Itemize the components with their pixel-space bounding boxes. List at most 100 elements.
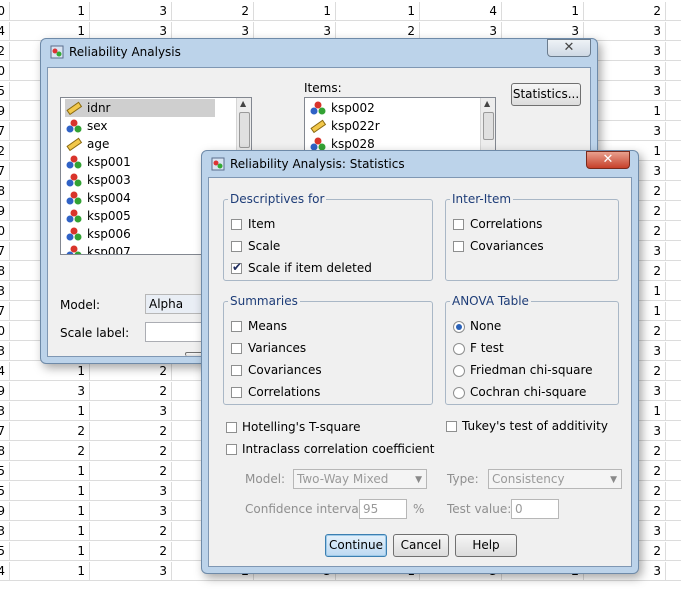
table-cell[interactable]: 2: [10, 422, 90, 440]
cancel-button[interactable]: Cancel: [393, 534, 449, 557]
table-cell[interactable]: 9: [0, 502, 10, 520]
table-cell[interactable]: 8: [0, 442, 10, 460]
table-cell[interactable]: 3: [90, 402, 172, 420]
table-cell[interactable]: 7: [0, 122, 10, 140]
table-cell[interactable]: 5: [0, 462, 10, 480]
reliability-close-button[interactable]: ✕: [547, 39, 591, 57]
table-cell[interactable]: 5: [0, 542, 10, 560]
table-cell[interactable]: 3: [0, 522, 10, 540]
table-cell[interactable]: 1: [10, 362, 90, 380]
table-cell[interactable]: 3: [90, 2, 172, 20]
continue-button[interactable]: Continue: [325, 534, 387, 557]
radio-none[interactable]: [453, 321, 465, 333]
list-item[interactable]: ksp022r: [309, 117, 459, 135]
table-cell[interactable]: 4: [0, 562, 10, 580]
list-item[interactable]: ksp001: [65, 153, 215, 171]
list-item[interactable]: ksp004: [65, 189, 215, 207]
table-cell[interactable]: 2: [90, 382, 172, 400]
checkbox-scale-if-item-deleted[interactable]: ✔: [231, 260, 242, 274]
checkbox-item[interactable]: [231, 219, 242, 230]
intraclass-checkbox[interactable]: [226, 444, 237, 455]
table-cell[interactable]: 0: [0, 322, 10, 340]
list-item[interactable]: sex: [65, 117, 215, 135]
checkbox-correlations[interactable]: [231, 387, 242, 398]
table-cell[interactable]: 0: [0, 222, 10, 240]
radio-friedman-chi-square[interactable]: [453, 365, 465, 377]
table-cell[interactable]: 0: [0, 2, 10, 20]
table-cell[interactable]: 1: [10, 2, 90, 20]
table-cell[interactable]: 2: [0, 142, 10, 160]
checkbox-correlations[interactable]: [453, 219, 464, 230]
checkbox-covariances[interactable]: [453, 241, 464, 252]
list-item[interactable]: ksp007: [65, 243, 215, 254]
table-cell[interactable]: 0: [0, 62, 10, 80]
icc-type-select[interactable]: Consistency ▼: [488, 469, 622, 489]
list-item[interactable]: ksp005: [65, 207, 215, 225]
help-button[interactable]: Help: [455, 534, 517, 557]
table-cell[interactable]: 8: [0, 182, 10, 200]
scroll-thumb[interactable]: [239, 112, 250, 148]
radio-f-test[interactable]: [453, 343, 465, 355]
table-cell[interactable]: 3: [90, 482, 172, 500]
table-cell[interactable]: 2: [172, 2, 254, 20]
table-cell[interactable]: 4: [420, 2, 502, 20]
ci-input[interactable]: 95: [359, 499, 407, 519]
table-cell[interactable]: 3: [10, 382, 90, 400]
table-cell[interactable]: 9: [0, 382, 10, 400]
table-cell[interactable]: 2: [90, 522, 172, 540]
table-cell[interactable]: 2: [90, 422, 172, 440]
test-value-input[interactable]: 0: [511, 499, 559, 519]
table-row[interactable]: 013211412: [0, 2, 681, 21]
table-cell[interactable]: 1: [10, 522, 90, 540]
table-cell[interactable]: 9: [0, 202, 10, 220]
radio-cochran-chi-square[interactable]: [453, 387, 465, 399]
table-cell[interactable]: 4: [0, 362, 10, 380]
statistics-button[interactable]: Statistics...: [511, 83, 581, 106]
table-cell[interactable]: 1: [10, 482, 90, 500]
scroll-thumb[interactable]: [483, 112, 494, 140]
list-item[interactable]: ksp003: [65, 171, 215, 189]
checkbox-covariances[interactable]: [231, 365, 242, 376]
table-cell[interactable]: 1: [10, 502, 90, 520]
items-list-scrollbar[interactable]: ▲: [480, 98, 495, 158]
scroll-up-icon[interactable]: ▲: [240, 99, 246, 108]
table-cell[interactable]: 3: [90, 562, 172, 580]
table-cell[interactable]: 3: [90, 502, 172, 520]
table-cell[interactable]: 7: [0, 242, 10, 260]
table-cell[interactable]: 3: [0, 342, 10, 360]
table-cell[interactable]: 2: [90, 542, 172, 560]
list-item[interactable]: age: [65, 135, 215, 153]
list-item[interactable]: ksp006: [65, 225, 215, 243]
table-cell[interactable]: 1: [10, 402, 90, 420]
table-cell[interactable]: 1: [502, 2, 584, 20]
checkbox-scale[interactable]: [231, 241, 242, 252]
table-cell[interactable]: 3: [584, 22, 666, 40]
list-item[interactable]: idnr: [65, 99, 215, 117]
table-cell[interactable]: 7: [0, 162, 10, 180]
table-cell[interactable]: 2: [0, 42, 10, 60]
checkbox-means[interactable]: [231, 321, 242, 332]
table-cell[interactable]: 1: [254, 2, 336, 20]
checkbox-variances[interactable]: [231, 343, 242, 354]
table-cell[interactable]: 2: [10, 442, 90, 460]
tukey-checkbox[interactable]: [446, 421, 457, 432]
statistics-close-button[interactable]: ✕: [586, 151, 630, 169]
table-cell[interactable]: 2: [90, 442, 172, 460]
table-cell[interactable]: 3: [0, 402, 10, 420]
table-cell[interactable]: 2: [90, 462, 172, 480]
table-cell[interactable]: 1: [10, 542, 90, 560]
table-cell[interactable]: 2: [90, 362, 172, 380]
table-cell[interactable]: 1: [10, 462, 90, 480]
table-cell[interactable]: 8: [0, 262, 10, 280]
table-cell[interactable]: 1: [336, 2, 420, 20]
hotelling-checkbox[interactable]: [226, 422, 237, 433]
list-item[interactable]: ksp002: [309, 99, 459, 117]
icc-model-select[interactable]: Two-Way Mixed ▼: [293, 469, 427, 489]
table-cell[interactable]: 7: [0, 422, 10, 440]
scroll-up-icon[interactable]: ▲: [484, 99, 490, 108]
table-cell[interactable]: 1: [10, 562, 90, 580]
table-cell[interactable]: 4: [0, 22, 10, 40]
table-cell[interactable]: 7: [0, 302, 10, 320]
table-cell[interactable]: 5: [0, 482, 10, 500]
table-cell[interactable]: 5: [0, 82, 10, 100]
